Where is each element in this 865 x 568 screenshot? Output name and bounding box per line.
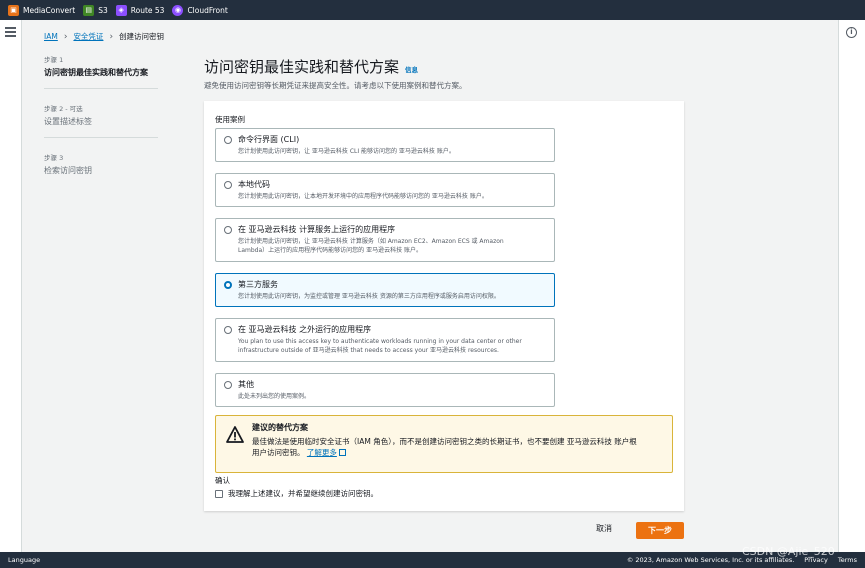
wizard-step-2: 步骤 2 - 可选 设置描述标签 (44, 103, 158, 138)
alert-body-line: 用户访问密钥。 了解更多 (252, 447, 662, 458)
use-case-label: 使用案例 (215, 115, 245, 124)
chevron-right-icon: › (63, 31, 68, 42)
option-description: 此处未列出您的使用案例。 (238, 393, 311, 400)
wizard-step-3: 步骤 3 检索访问密钥 (44, 152, 158, 176)
option-description: infrastructure outside of 亚马逊云科技 that ne… (238, 346, 499, 354)
menu-icon[interactable] (5, 27, 16, 37)
breadcrumb-current: 创建访问密钥 (119, 32, 165, 41)
option-aws-compute[interactable]: 在 亚马逊云科技 计算服务上运行的应用程序 您计划使用此访问密钥，让 亚马逊云科… (215, 218, 555, 262)
option-title: 在 亚马逊云科技 之外运行的应用程序 (238, 325, 372, 334)
info-link[interactable]: 信息 (405, 64, 418, 74)
confirm-label: 确认 (215, 476, 230, 485)
wizard-step-1: 步骤 1 访问密钥最佳实践和替代方案 (44, 54, 158, 89)
radio-button[interactable] (224, 381, 232, 389)
breadcrumb-security-credentials-link[interactable]: 安全凭证 (73, 31, 103, 42)
radio-button[interactable] (224, 226, 232, 234)
right-rail: i (838, 20, 865, 552)
option-title: 本地代码 (238, 180, 270, 189)
service-label: MediaConvert (23, 5, 76, 15)
breadcrumb-iam-link[interactable]: IAM (44, 32, 58, 41)
radio-button[interactable] (224, 181, 232, 189)
confirm-checkbox[interactable] (215, 489, 223, 498)
breadcrumb: IAM › 安全凭证 › 创建访问密钥 (44, 31, 164, 42)
page-title: 访问密钥最佳实践和替代方案 信息 (204, 56, 418, 77)
service-shortcut-s3[interactable]: ▤ S3 (83, 4, 108, 16)
step-label: 步骤 2 - 可选 (44, 105, 83, 113)
step-title: 检索访问密钥 (44, 166, 92, 175)
option-title: 在 亚马逊云科技 计算服务上运行的应用程序 (238, 225, 396, 234)
service-shortcut-route53[interactable]: ◈ Route 53 (115, 4, 165, 16)
top-navigation-bar: ▣ MediaConvert ▤ S3 ◈ Route 53 ◉ CloudFr… (0, 0, 865, 20)
step-divider (44, 88, 158, 89)
mediaconvert-icon: ▣ (8, 4, 19, 16)
option-cli[interactable]: 命令行界面 (CLI) 您计划使用此访问密钥，让 亚马逊云科技 CLI 能够访问… (215, 128, 555, 162)
alert-title: 建议的替代方案 (252, 423, 308, 432)
step-title: 设置描述标签 (44, 117, 92, 126)
option-title: 命令行界面 (CLI) (238, 135, 300, 144)
step-label: 步骤 3 (44, 154, 64, 162)
info-panel-icon[interactable]: i (846, 27, 857, 38)
option-description: 您计划使用此访问密钥，让 亚马逊云科技 计算服务（如 Amazon EC2、Am… (238, 238, 504, 245)
terms-link[interactable]: Terms (838, 556, 857, 564)
step-divider (44, 137, 158, 138)
s3-icon: ▤ (83, 4, 95, 16)
confirm-checkbox-label: 我理解上述建议，并希望继续创建访问密钥。 (228, 489, 378, 498)
service-label: S3 (98, 5, 108, 15)
option-outside-aws[interactable]: 在 亚马逊云科技 之外运行的应用程序 You plan to use this … (215, 318, 555, 362)
step-title: 访问密钥最佳实践和替代方案 (44, 68, 148, 77)
alert-body: 最佳做法是使用临时安全证书（IAM 角色），而不是创建访问密钥之类的长期证书，也… (252, 436, 662, 458)
step-label: 步骤 1 (44, 56, 64, 64)
option-local-code[interactable]: 本地代码 您计划使用此访问密钥，让本地开发环境中的应用程序代码能够访问您的 亚马… (215, 173, 555, 207)
option-third-party[interactable]: 第三方服务 您计划使用此访问密钥，为监控或管理 亚马逊云科技 资源的第三方应用程… (215, 273, 555, 307)
wizard-steps: 步骤 1 访问密钥最佳实践和替代方案 步骤 2 - 可选 设置描述标签 步骤 3… (44, 54, 158, 190)
alternative-recommendation-alert: 建议的替代方案 最佳做法是使用临时安全证书（IAM 角色），而不是创建访问密钥之… (215, 415, 673, 473)
watermark: CSDN @Ajie_520 (742, 545, 835, 558)
service-label: Route 53 (130, 5, 165, 15)
radio-button[interactable] (224, 326, 232, 334)
cloudfront-icon: ◉ (172, 4, 184, 16)
learn-more-link[interactable]: 了解更多 (307, 448, 346, 457)
left-rail (0, 20, 22, 552)
option-title: 第三方服务 (238, 280, 278, 289)
cancel-button[interactable]: 取消 (596, 523, 612, 534)
page-description: 避免使用访问密钥等长期凭证来提高安全性。请考虑以下使用案例和替代方案。 (204, 81, 467, 90)
radio-button-selected[interactable] (224, 281, 232, 289)
option-other[interactable]: 其他 此处未列出您的使用案例。 (215, 373, 555, 407)
language-selector[interactable]: Language (8, 556, 627, 564)
route53-icon: ◈ (115, 4, 127, 16)
external-link-icon (338, 449, 346, 456)
footer: Language © 2023, Amazon Web Services, In… (0, 552, 865, 568)
service-shortcut-mediaconvert[interactable]: ▣ MediaConvert (8, 4, 76, 16)
option-description: 您计划使用此访问密钥，为监控或管理 亚马逊云科技 资源的第三方应用程序或服务启用… (238, 293, 500, 300)
service-shortcut-cloudfront[interactable]: ◉ CloudFront (172, 4, 228, 16)
page-title-text: 访问密钥最佳实践和替代方案 (204, 58, 400, 76)
alert-body-line: 最佳做法是使用临时安全证书（IAM 角色），而不是创建访问密钥之类的长期证书，也… (252, 437, 637, 446)
alert-body-text: 用户访问密钥。 (252, 448, 305, 457)
next-button[interactable]: 下一步 (636, 522, 684, 539)
service-label: CloudFront (187, 5, 228, 15)
option-description: 您计划使用此访问密钥，让 亚马逊云科技 CLI 能够访问您的 亚马逊云科技 账户… (238, 148, 455, 155)
learn-more-label: 了解更多 (306, 448, 337, 457)
option-description: You plan to use this access key to authe… (238, 338, 522, 345)
confirm-checkbox-row[interactable]: 我理解上述建议，并希望继续创建访问密钥。 (215, 488, 378, 499)
option-title: 其他 (238, 380, 254, 389)
option-description: 您计划使用此访问密钥，让本地开发环境中的应用程序代码能够访问您的 亚马逊云科技 … (238, 193, 488, 200)
use-case-panel: 使用案例 命令行界面 (CLI) 您计划使用此访问密钥，让 亚马逊云科技 CLI… (204, 101, 684, 511)
warning-icon (226, 426, 244, 443)
radio-button[interactable] (224, 136, 232, 144)
option-description: Lambda）上运行的应用程序代码能够访问您的 亚马逊云科技 账户。 (238, 246, 422, 254)
chevron-right-icon: › (109, 31, 114, 42)
